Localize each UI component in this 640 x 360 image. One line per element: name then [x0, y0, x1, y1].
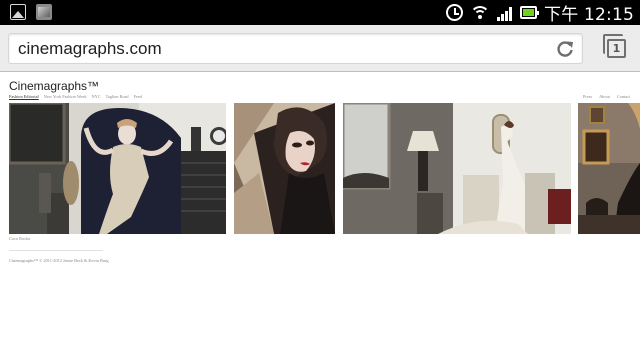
nav-link[interactable]: Feed: [134, 94, 142, 99]
gallery-photo-icon: [36, 4, 52, 20]
status-bar: 下午 12:15: [0, 0, 640, 25]
system-icons: 下午 12:15: [446, 0, 634, 25]
photo-1-image: [9, 103, 226, 234]
browser-toolbar: cinemagraphs.com 1: [0, 25, 640, 72]
photo-2-image: [234, 103, 335, 234]
tab-count: 1: [607, 39, 626, 58]
nav-link[interactable]: Fashion Editorial: [9, 94, 39, 99]
url-text[interactable]: cinemagraphs.com: [18, 39, 162, 59]
copyright-text: Cinemagraphs™ © 2011-2012 Jamie Beck & K…: [9, 258, 109, 263]
nav-link[interactable]: Tagline Road: [106, 94, 129, 99]
photo-caption[interactable]: Coco Rocha: [9, 236, 30, 241]
photo-3[interactable]: [343, 103, 571, 234]
tabs-button[interactable]: 1: [603, 34, 630, 61]
photo-3-image: [343, 103, 571, 234]
site-nav-secondary: Press About Contact: [583, 94, 630, 99]
photo-2[interactable]: [234, 103, 335, 234]
nav-link[interactable]: NYC: [92, 94, 101, 99]
site-title[interactable]: Cinemagraphs™: [9, 79, 99, 93]
reload-icon[interactable]: [556, 40, 574, 58]
nav-link-contact[interactable]: Contact: [617, 94, 630, 99]
footer-divider: [9, 250, 103, 251]
nav-link[interactable]: New York Fashion Week: [44, 94, 87, 99]
web-page: Cinemagraphs™ Fashion Editorial New York…: [0, 73, 640, 360]
nav-link-press[interactable]: Press: [583, 94, 592, 99]
url-field[interactable]: cinemagraphs.com: [8, 33, 583, 64]
nav-link-about[interactable]: About: [599, 94, 610, 99]
gallery-icon: [10, 4, 26, 20]
wifi-icon: [470, 5, 490, 21]
alarm-icon: [446, 4, 463, 21]
battery-icon: [520, 6, 539, 19]
photo-1[interactable]: [9, 103, 226, 234]
clock: 下午 12:15: [544, 5, 634, 25]
photo-4-image: [578, 103, 640, 234]
photo-4[interactable]: [578, 103, 640, 234]
signal-icon: [497, 5, 513, 21]
notification-icons: [10, 4, 52, 20]
site-nav: Fashion Editorial New York Fashion Week …: [9, 94, 142, 99]
